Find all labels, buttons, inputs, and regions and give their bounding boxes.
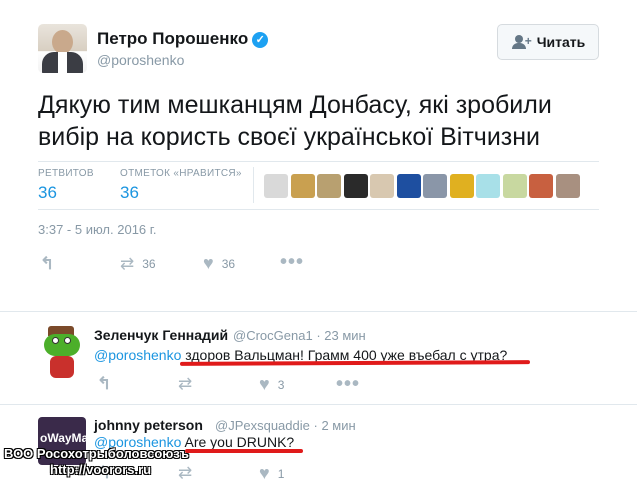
avatar-text: oWayMa bbox=[40, 431, 86, 445]
retweets-label[interactable]: РЕТВИТОВ bbox=[38, 168, 94, 179]
like-button[interactable]: ♥ 1 bbox=[259, 463, 284, 484]
author-name-text[interactable]: Петро Порошенко bbox=[97, 29, 248, 48]
like-button[interactable]: ♥ 3 bbox=[259, 374, 284, 395]
like-button[interactable]: ♥ 36 bbox=[203, 253, 235, 274]
retweet-button[interactable]: ⇄ 36 bbox=[120, 254, 156, 274]
reply-author-name[interactable]: johnny peterson bbox=[94, 417, 203, 433]
liker-avatar[interactable] bbox=[290, 174, 315, 198]
liker-avatar[interactable] bbox=[555, 174, 580, 198]
reply-body: Are you DRUNK? bbox=[181, 434, 295, 450]
red-underline bbox=[179, 360, 531, 366]
author-name[interactable]: Петро Порошенко ✓ bbox=[97, 29, 269, 49]
reply-button[interactable]: ↰ bbox=[97, 374, 111, 394]
like-count: 3 bbox=[277, 377, 285, 392]
follow-button[interactable]: + Читать bbox=[497, 24, 599, 60]
reply-time[interactable]: · 2 мин bbox=[314, 418, 356, 433]
reply-time[interactable]: · 23 мин bbox=[316, 328, 365, 343]
author-handle[interactable]: @poroshenko bbox=[97, 52, 184, 68]
mention-link[interactable]: @poroshenko bbox=[94, 347, 181, 363]
more-button[interactable]: ••• bbox=[280, 251, 305, 273]
retweet-button[interactable]: ⇄ bbox=[178, 463, 192, 483]
like-count: 36 bbox=[221, 256, 236, 271]
liker-avatar[interactable] bbox=[529, 174, 553, 198]
reply-avatar[interactable] bbox=[38, 326, 86, 378]
tweet-text: Дякую тим мешканцям Донбасу, які зробили… bbox=[38, 91, 552, 151]
reply-author-name[interactable]: Зеленчук Геннадий bbox=[94, 327, 228, 343]
reply-author-handle[interactable]: @JPexsquaddie · 2 мин bbox=[215, 418, 356, 433]
retweet-button[interactable]: ⇄ bbox=[178, 374, 192, 394]
reply-author-handle[interactable]: @CrocGena1 · 23 мин bbox=[233, 328, 366, 343]
tweet-timestamp[interactable]: 3:37 - 5 июл. 2016 г. bbox=[38, 222, 157, 237]
liker-avatar[interactable] bbox=[343, 174, 368, 198]
author-avatar[interactable] bbox=[38, 24, 87, 73]
reply-handle-text[interactable]: @JPexsquaddie bbox=[215, 418, 310, 433]
liker-avatar[interactable] bbox=[423, 174, 447, 198]
like-count: 1 bbox=[277, 466, 285, 481]
divider bbox=[0, 311, 637, 312]
retweet-icon: ⇄ bbox=[178, 463, 193, 482]
add-user-icon: + bbox=[511, 35, 532, 49]
likes-count[interactable]: 36 bbox=[120, 183, 139, 203]
retweet-count: 36 bbox=[142, 257, 156, 271]
watermark-title: ВОО Росохотрыболовсоюзъ bbox=[4, 446, 190, 461]
red-underline bbox=[185, 449, 303, 453]
watermark-url: http://voorors.ru bbox=[50, 462, 152, 477]
liker-avatar[interactable] bbox=[317, 174, 341, 198]
more-button[interactable]: ••• bbox=[336, 373, 361, 395]
divider bbox=[38, 161, 599, 162]
divider bbox=[253, 167, 254, 203]
follow-button-label: Читать bbox=[536, 34, 586, 50]
liker-avatar[interactable] bbox=[370, 174, 394, 198]
liker-avatar[interactable] bbox=[396, 174, 421, 198]
liker-avatar[interactable] bbox=[264, 174, 288, 198]
heart-icon: ♥ bbox=[203, 253, 214, 273]
liker-avatar[interactable] bbox=[449, 174, 474, 198]
divider bbox=[38, 209, 599, 210]
liker-avatar[interactable] bbox=[502, 174, 527, 198]
retweets-count[interactable]: 36 bbox=[38, 183, 57, 203]
retweet-icon: ⇄ bbox=[178, 374, 193, 393]
reply-handle-text[interactable]: @CrocGena1 bbox=[233, 328, 313, 343]
reply-icon: ↰ bbox=[97, 374, 112, 393]
likes-label[interactable]: ОТМЕТОК «НРАВИТСЯ» bbox=[120, 168, 242, 179]
heart-icon: ♥ bbox=[259, 374, 270, 394]
retweet-icon: ⇄ bbox=[120, 254, 135, 273]
divider bbox=[0, 404, 637, 405]
liker-avatar[interactable] bbox=[476, 174, 500, 198]
reply-icon: ↰ bbox=[40, 254, 55, 273]
heart-icon: ♥ bbox=[259, 463, 270, 483]
more-icon: ••• bbox=[336, 373, 361, 395]
reply-button[interactable]: ↰ bbox=[40, 254, 54, 274]
more-icon: ••• bbox=[280, 251, 305, 273]
verified-badge-icon: ✓ bbox=[252, 32, 269, 48]
